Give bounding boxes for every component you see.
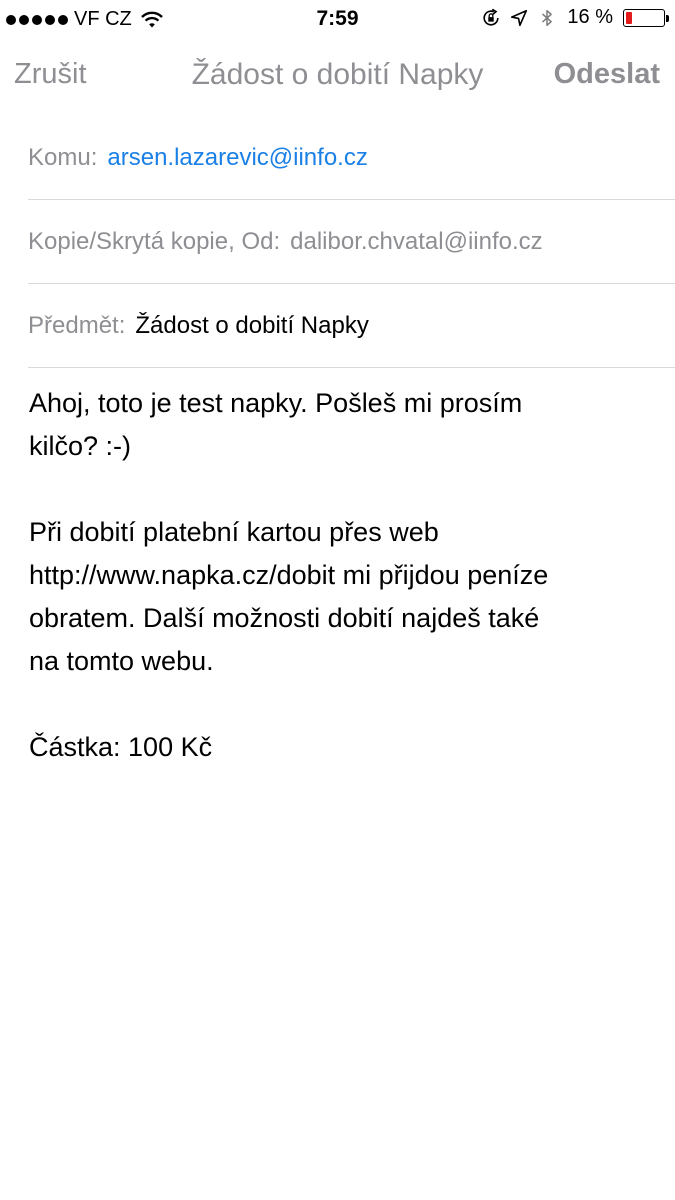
send-button[interactable]: Odeslat [554,58,660,91]
to-label: Komu: [28,143,98,171]
battery-cap [666,14,669,22]
battery-percentage: 16 % [567,6,613,28]
status-bar: VF CZ 7:59 16 % [0,0,675,38]
subject-input[interactable]: Žádost o dobití Napky [135,312,368,340]
cc-bcc-from-label: Kopie/Skrytá kopie, Od: [28,227,281,255]
to-recipient[interactable]: arsen.lazarevic@iinfo.cz [107,144,367,172]
subject-field-row[interactable]: Předmět: Žádost o dobití Napky [28,284,675,368]
battery-level-fill [626,11,632,24]
subject-label: Předmět: [28,311,126,339]
message-body[interactable]: Ahoj, toto je test napky. Pošleš mi pros… [29,382,649,812]
cancel-button[interactable]: Zrušit [14,58,87,91]
compose-nav-bar: Zrušit Žádost o dobití Napky Odeslat [0,44,675,114]
body-paragraph-instructions: Při dobití platební kartou přes web http… [29,517,549,676]
cc-bcc-from-field-row[interactable]: Kopie/Skrytá kopie, Od: dalibor.chvatal@… [28,200,675,284]
to-field-row[interactable]: Komu: arsen.lazarevic@iinfo.cz [28,116,675,200]
body-paragraph-greeting: Ahoj, toto je test napky. Pošleš mi pros… [29,388,523,461]
body-paragraph-amount: Částka: 100 Kč [29,732,213,762]
location-arrow-icon [511,9,528,26]
battery-icon [623,8,669,27]
mail-compose-screen: VF CZ 7:59 16 % Zrušit Žádost o dobití N… [0,0,675,1200]
status-right: 16 % [481,6,669,29]
bluetooth-icon [542,9,553,26]
from-address[interactable]: dalibor.chvatal@iinfo.cz [290,228,543,256]
rotation-lock-icon [483,8,500,26]
